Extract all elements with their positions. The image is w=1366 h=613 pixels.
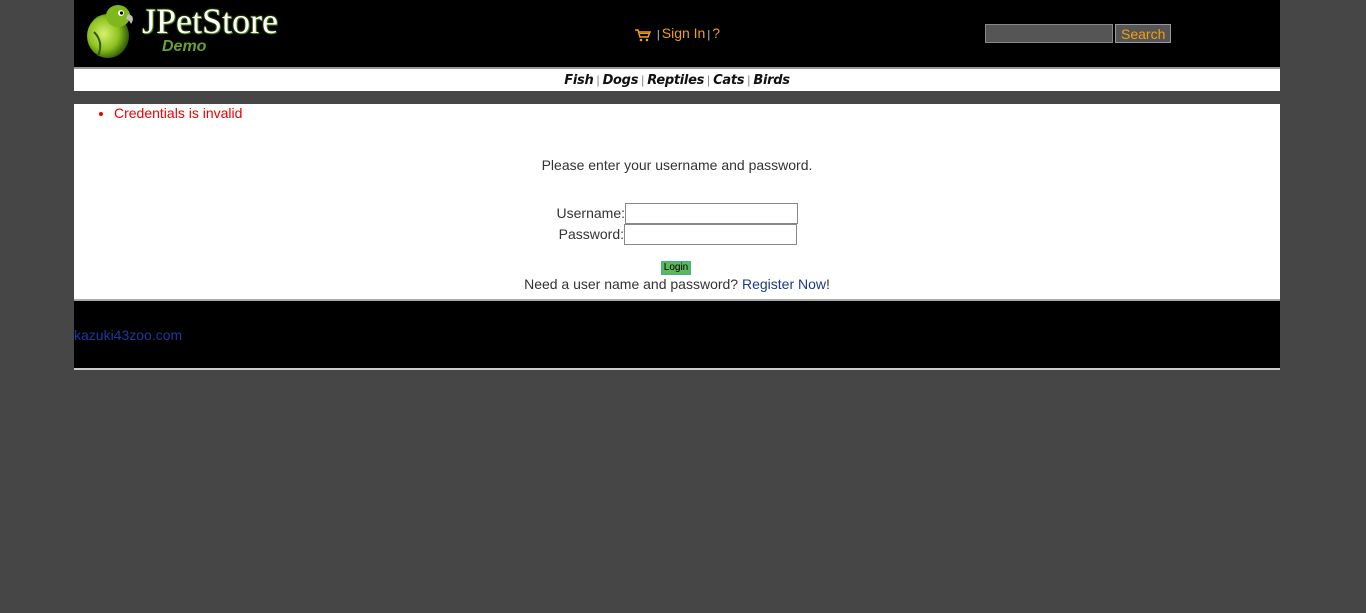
quicklink-fish[interactable]: Fish [564, 73, 593, 88]
menu-separator: | [707, 29, 711, 41]
quicklink-separator: | [707, 73, 711, 87]
logo-subtitle: Demo [162, 38, 207, 55]
password-input[interactable] [624, 224, 797, 245]
cart-link[interactable] [634, 25, 655, 42]
login-button[interactable]: Login [661, 261, 691, 275]
search-form: Search [985, 24, 1172, 43]
quick-links: Fish | Dogs | Reptiles | Cats | Birds [74, 67, 1280, 91]
help-link[interactable]: ? [712, 25, 720, 41]
username-label: Username: [556, 205, 625, 221]
password-label: Password: [558, 226, 624, 242]
header: JPetStore Demo | Sign In |? Search [74, 0, 1280, 67]
error-messages: Credentials is invalid [74, 104, 242, 122]
logo-link[interactable]: JPetStore Demo [82, 1, 302, 60]
search-button[interactable]: Search [1115, 24, 1172, 43]
quicklink-reptiles[interactable]: Reptiles [647, 73, 704, 88]
register-text: Need a user name and password? [524, 276, 739, 292]
username-row: Username: [556, 203, 798, 224]
main-content: Credentials is invalid Please enter your… [74, 104, 1280, 301]
error-message: Credentials is invalid [114, 105, 242, 122]
register-line: Need a user name and password? Register … [74, 276, 1280, 292]
quicklink-dogs[interactable]: Dogs [603, 73, 639, 88]
quicklink-birds[interactable]: Birds [753, 73, 790, 88]
footer-link[interactable]: kazuki43zoo.com [74, 327, 182, 343]
page-wrapper: JPetStore Demo | Sign In |? Search Fish | Do… [74, 0, 1280, 370]
quicklink-cats[interactable]: Cats [713, 73, 744, 88]
parrot-logo-icon [87, 5, 133, 58]
register-now-link[interactable]: Register Now [742, 276, 826, 292]
header-menu: | Sign In |? [634, 25, 720, 42]
username-input[interactable] [625, 203, 798, 224]
quicklink-separator: | [747, 73, 751, 87]
login-prompt: Please enter your username and password. [541, 157, 813, 173]
register-suffix: ! [826, 276, 830, 292]
footer: kazuki43zoo.com [74, 301, 1280, 370]
cart-icon [635, 29, 651, 42]
quicklink-separator: | [596, 73, 600, 87]
quicklink-separator: | [641, 73, 645, 87]
search-input[interactable] [985, 24, 1113, 43]
sign-in-link[interactable]: Sign In [662, 25, 706, 41]
logo-title: JPetStore [142, 1, 279, 41]
password-row: Password: [557, 224, 797, 245]
menu-separator: | [656, 29, 660, 41]
